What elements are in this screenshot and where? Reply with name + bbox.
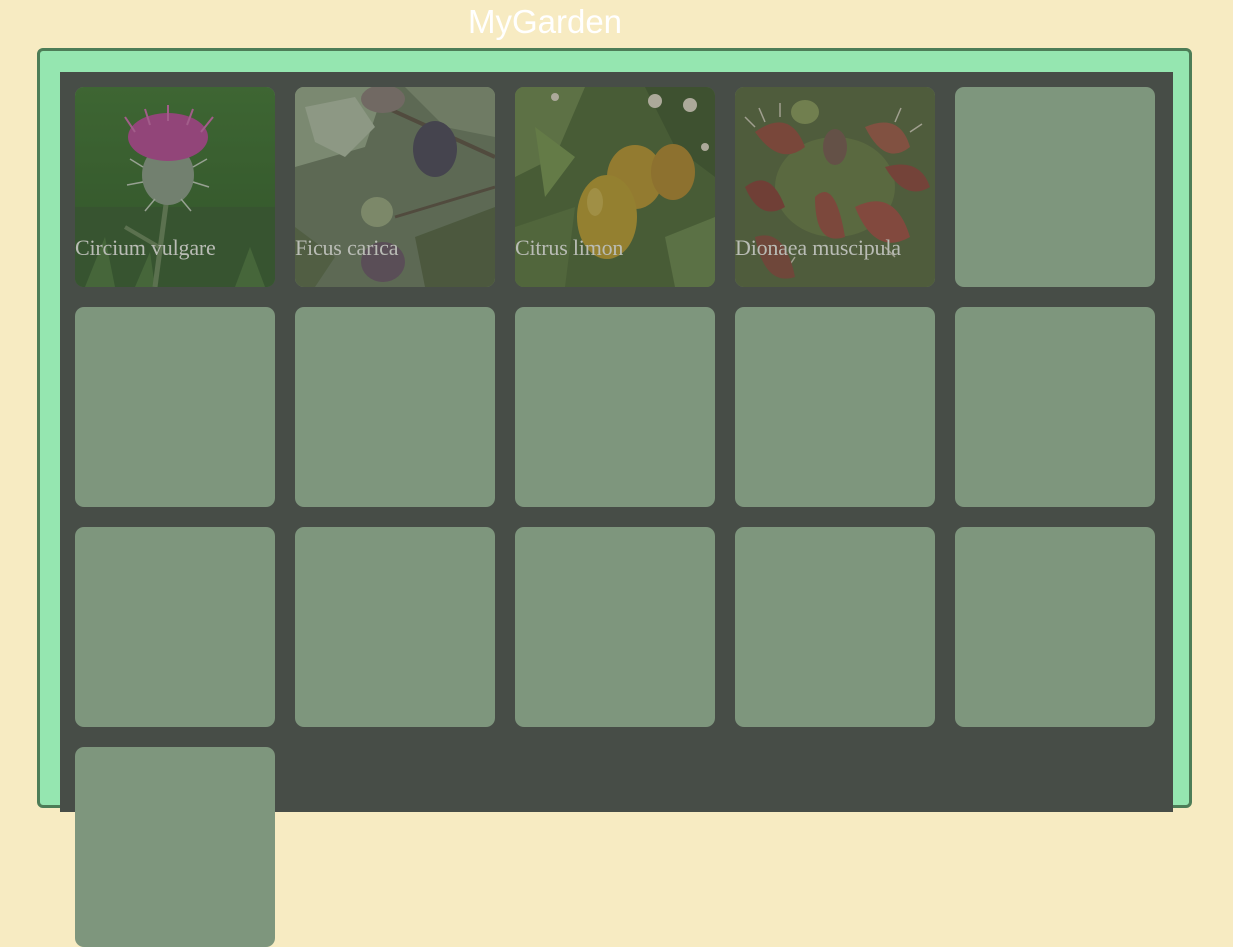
garden-board: Circium vulgare Ficus carica Citrus limo…	[60, 72, 1173, 947]
empty-garden-slot[interactable]	[955, 87, 1155, 287]
garden-frame: Circium vulgare Ficus carica Citrus limo…	[37, 48, 1192, 947]
plant-card-circium-vulgare[interactable]: Circium vulgare	[75, 87, 275, 287]
plant-name: Circium vulgare	[75, 235, 216, 260]
plant-card-ficus-carica[interactable]: Ficus carica	[295, 87, 495, 287]
empty-garden-slot[interactable]	[515, 307, 715, 507]
empty-garden-slot[interactable]	[515, 527, 715, 727]
plant-name: Ficus carica	[295, 235, 399, 260]
app-title: MyGarden	[467, 3, 623, 40]
empty-garden-slot[interactable]	[75, 307, 275, 507]
plant-card-dionaea-muscipula[interactable]: Dionaea muscipula	[735, 87, 935, 287]
empty-garden-slot[interactable]	[295, 527, 495, 727]
empty-garden-slot[interactable]	[735, 307, 935, 507]
plant-card-citrus-limon[interactable]: Citrus limon	[515, 87, 715, 287]
empty-garden-slot[interactable]	[955, 527, 1155, 727]
empty-garden-slot[interactable]	[735, 527, 935, 727]
empty-garden-slot[interactable]	[75, 527, 275, 727]
plant-name: Citrus limon	[515, 235, 624, 260]
garden-grid: Circium vulgare Ficus carica Citrus limo…	[75, 87, 1155, 947]
plant-name: Dionaea muscipula	[735, 235, 901, 260]
empty-garden-slot[interactable]	[295, 307, 495, 507]
empty-garden-slot[interactable]	[955, 307, 1155, 507]
empty-garden-slot[interactable]	[75, 747, 275, 947]
